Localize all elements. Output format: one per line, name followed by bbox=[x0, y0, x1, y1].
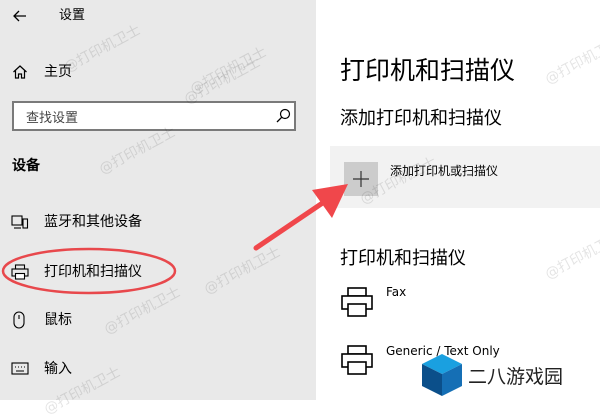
bluetooth-devices-icon bbox=[11, 214, 29, 230]
mouse-icon bbox=[12, 311, 26, 329]
window-title: 设置 bbox=[59, 8, 86, 23]
keyboard-icon bbox=[11, 362, 29, 376]
sidebar-item-input[interactable]: 输入 bbox=[0, 352, 316, 386]
cube-logo-icon bbox=[420, 352, 464, 402]
printer-icon bbox=[340, 344, 374, 376]
watermark-text: @打印机卫士 bbox=[542, 229, 600, 283]
page-title: 打印机和扫描仪 bbox=[340, 56, 516, 85]
search-input[interactable] bbox=[24, 108, 258, 128]
section-title: 添加打印机和扫描仪 bbox=[340, 108, 502, 129]
search-icon[interactable] bbox=[275, 108, 291, 124]
sidebar-item-label: 鼠标 bbox=[44, 312, 72, 328]
printer-list-item[interactable]: Fax bbox=[330, 278, 600, 328]
section-title: 设备 bbox=[12, 158, 40, 174]
printer-icon bbox=[340, 286, 374, 318]
sidebar-item-home[interactable]: 主页 bbox=[0, 56, 316, 90]
sidebar-item-label: 输入 bbox=[44, 361, 72, 377]
printer-name: Fax bbox=[386, 285, 407, 299]
sidebar-item-label: 蓝牙和其他设备 bbox=[44, 214, 142, 230]
back-arrow-icon[interactable] bbox=[12, 8, 28, 24]
brand-watermark: 二八游戏园 bbox=[416, 350, 600, 400]
brand-text: 二八游戏园 bbox=[468, 366, 564, 388]
watermark-text: @打印机卫士 bbox=[542, 34, 600, 88]
search-box[interactable] bbox=[12, 101, 296, 131]
highlight-ellipse bbox=[1, 247, 177, 295]
annotation-arrow bbox=[253, 184, 348, 251]
home-icon bbox=[12, 64, 28, 80]
